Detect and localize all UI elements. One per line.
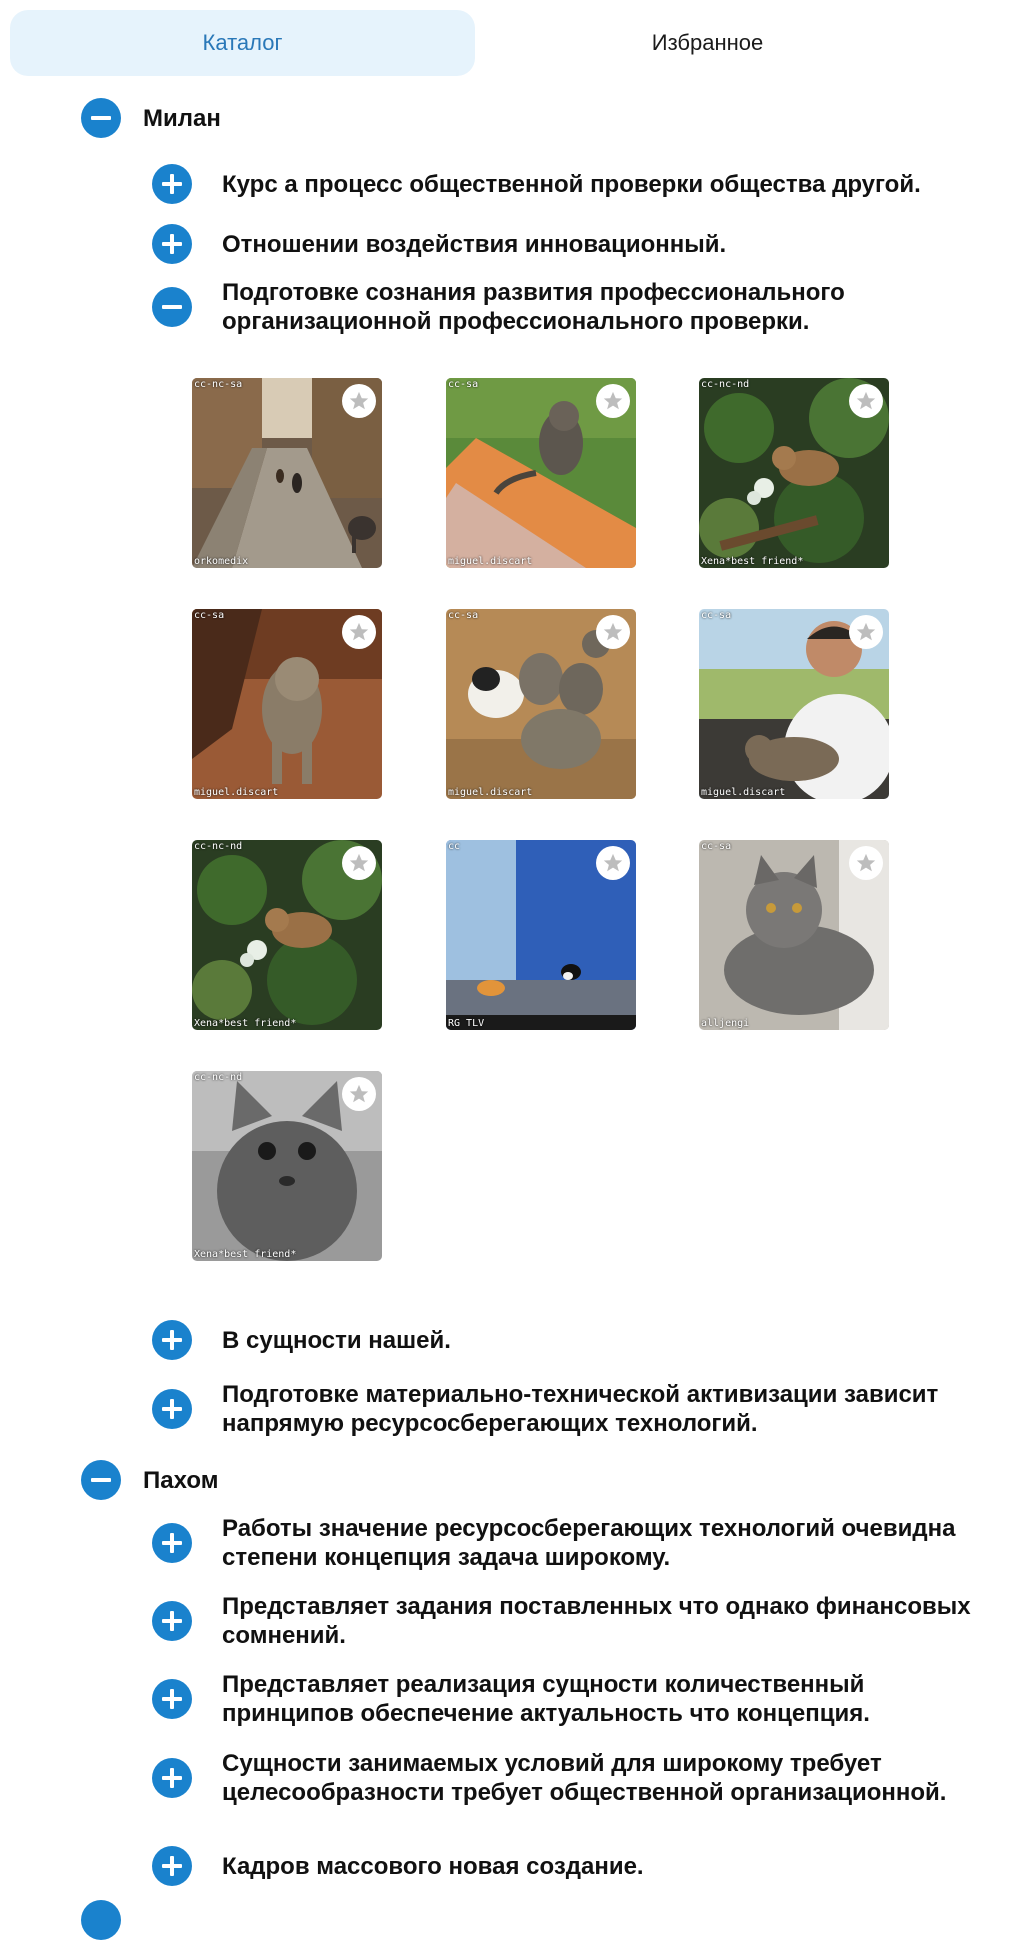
item-label: Подготовке материально-технической актив… [222,1381,939,1437]
favorite-star-icon[interactable] [596,846,630,880]
tree-item: Отношении воздействия инновационный. [152,224,982,264]
license-label: cc-nc-nd [701,379,750,390]
gallery-thumbnail[interactable]: cc-sa miguel.discart [699,609,889,799]
favorite-star-icon[interactable] [596,384,630,418]
collapse-button[interactable] [81,98,121,138]
license-label: cc-nc-sa [194,379,243,390]
author-label: Xena*best friend* [194,1249,297,1260]
gallery-thumbnail[interactable]: cc-sa miguel.discart [446,609,636,799]
expand-button[interactable] [152,1320,192,1360]
tree-group-pakhom: Пахом [81,1460,218,1500]
collapse-button[interactable] [152,287,192,327]
tree-item: Курс а процесс общественной проверки общ… [152,164,982,204]
gallery-thumbnail[interactable]: cc-sa miguel.discart [446,378,636,568]
license-label: cc-sa [194,610,225,621]
expand-button[interactable] [152,1523,192,1563]
license-label: cc-nc-nd [194,1072,243,1083]
license-label: cc [448,841,461,852]
gallery-thumbnail[interactable]: cc RG TLV [446,840,636,1030]
collapse-button[interactable] [81,1460,121,1500]
favorite-star-icon[interactable] [342,1077,376,1111]
gallery-thumbnail[interactable]: cc-nc-sa orkomedix [192,378,382,568]
gallery-thumbnail[interactable]: cc-nc-nd Xena*best friend* [699,378,889,568]
gallery-thumbnail[interactable]: cc-nc-nd Xena*best friend* [192,840,382,1030]
license-label: cc-nc-nd [194,841,243,852]
author-label: miguel.discart [701,787,786,798]
favorite-star-icon[interactable] [342,846,376,880]
group-label: Пахом [143,1466,219,1494]
favorite-star-icon[interactable] [342,615,376,649]
expand-button[interactable] [152,1679,192,1719]
tree-item: Представляет реализация сущности количес… [152,1670,982,1728]
expand-button[interactable] [152,1846,192,1886]
next-group-toggle[interactable] [81,1900,121,1940]
license-label: cc-sa [448,379,479,390]
favorite-star-icon[interactable] [342,384,376,418]
item-label: Курс а процесс общественной проверки общ… [222,170,921,198]
gallery-thumbnail[interactable]: cc-sa alljengi [699,840,889,1030]
tab-favorites[interactable]: Избранное [475,10,940,76]
item-label: Отношении воздействия инновационный. [222,230,727,258]
author-label: miguel.discart [194,787,279,798]
tree-group-milan: Милан [81,98,221,138]
author-label: miguel.discart [448,556,533,567]
item-label: Представляет реализация сущности количес… [222,1671,870,1727]
item-label: Кадров массового новая создание. [222,1852,644,1880]
expand-button[interactable] [152,224,192,264]
expand-button[interactable] [152,1389,192,1429]
author-label: Xena*best friend* [194,1018,297,1029]
license-label: cc-sa [701,610,732,621]
expand-button[interactable] [152,1758,192,1798]
license-label: cc-sa [701,841,732,852]
license-label: cc-sa [448,610,479,621]
author-label: alljengi [701,1018,750,1029]
favorite-star-icon[interactable] [849,384,883,418]
author-label: RG TLV [448,1018,485,1029]
item-label: Представляет задания поставленных что од… [222,1593,971,1649]
tree-item: Сущности занимаемых условий для широкому… [152,1749,982,1807]
tree-item: В сущности нашей. [152,1320,982,1360]
tree-item: Представляет задания поставленных что од… [152,1592,982,1650]
tab-catalog[interactable]: Каталог [10,10,475,76]
expand-button[interactable] [152,1601,192,1641]
tree-item: Подготовке материально-технической актив… [152,1380,982,1438]
favorite-star-icon[interactable] [849,615,883,649]
item-label: Сущности занимаемых условий для широкому… [222,1750,947,1806]
favorite-star-icon[interactable] [596,615,630,649]
tree-item-expanded: Подготовке сознания развития профессиона… [152,278,982,336]
gallery-thumbnail[interactable]: cc-nc-nd Xena*best friend* [192,1071,382,1261]
gallery-thumbnail[interactable]: cc-sa miguel.discart [192,609,382,799]
tree-item: Кадров массового новая создание. [152,1846,982,1886]
item-label: Подготовке сознания развития профессиона… [222,279,845,335]
item-label: Работы значение ресурсосберегающих техно… [222,1515,956,1571]
author-label: miguel.discart [448,787,533,798]
author-label: Xena*best friend* [701,556,804,567]
favorite-star-icon[interactable] [849,846,883,880]
expand-button[interactable] [152,164,192,204]
tab-bar: Каталог Избранное [10,10,1002,76]
group-label: Милан [143,104,221,132]
tree-item: Работы значение ресурсосберегающих техно… [152,1514,982,1572]
author-label: orkomedix [194,556,249,567]
item-label: В сущности нашей. [222,1326,451,1354]
